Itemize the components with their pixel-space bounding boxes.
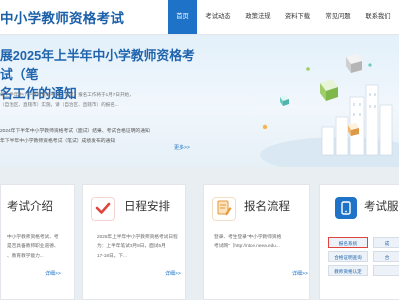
document-pen-icon xyxy=(212,197,236,221)
service-button-extra[interactable] xyxy=(373,265,399,276)
card-text: 2025年上半年中小学教师资格考试日程 为：上半年笔试3月8日，面试5月 17-… xyxy=(97,232,183,260)
service-icon xyxy=(335,197,357,219)
qualification-button[interactable]: 合 xyxy=(373,251,399,262)
card-text-line: 登录、考生登录"中小学教师资格 xyxy=(214,234,282,239)
more-link[interactable]: 详细>> xyxy=(165,270,181,277)
news-item[interactable]: 年下半年中小学教师资格考试（笔试）成绩发布的通知 xyxy=(0,137,180,147)
site-title[interactable]: 中小学教师资格考试 xyxy=(0,7,124,27)
hero-banner: 展2025年上半年中小学教师资格考试（笔 名工作的通知 年上半年中小学教师资格考… xyxy=(0,35,399,167)
certificate-query-button[interactable]: 合格证明查询 xyxy=(328,251,368,262)
card-schedule: 日程安排 2025年上半年中小学教师资格考试日程 为：上半年笔试3月8日，面试5… xyxy=(82,184,186,300)
news-list: 2024年下半年中小学教师资格考试（面试）结果、考试合格证明的通知 年下半年中小… xyxy=(0,127,180,147)
card-text-line: 、教育教学能力... xyxy=(7,252,44,258)
score-query-button[interactable]: 成 xyxy=(373,237,399,248)
hero-more-link[interactable]: 更多>> xyxy=(174,144,190,151)
card-exam-intro: 考试介绍 中小学教师资格考试、考 是否具备教师职业道德、 、教育教学能力... … xyxy=(0,184,75,300)
card-text-line: 2025年上半年中小学教师资格考试日程 xyxy=(97,234,178,239)
card-text: 中小学教师资格考试、考 是否具备教师职业道德、 、教育教学能力... xyxy=(7,232,73,260)
card-text-line: 17-18日。下... xyxy=(97,252,127,258)
card-text-line: 为：上半年笔试3月8日，面试5月 xyxy=(97,243,166,249)
news-item[interactable]: 2024年下半年中小学教师资格考试（面试）结果、考试合格证明的通知 xyxy=(0,127,180,137)
card-title[interactable]: 日程安排 xyxy=(124,198,170,214)
card-text-line: 中小学教师资格考试、考 xyxy=(7,234,59,239)
nav-home[interactable]: 首页 xyxy=(168,0,197,34)
nav-policies[interactable]: 政策法规 xyxy=(239,0,277,34)
card-text-line: 考试网"（http://ntce.neea.edu... xyxy=(214,243,280,249)
nav-exam-news[interactable]: 考试动态 xyxy=(197,0,239,34)
more-link[interactable]: 详细>> xyxy=(292,270,308,277)
top-bar: 中小学教师资格考试 首页 考试动态 政策法规 资料下载 常见问题 联系我们 xyxy=(0,0,399,35)
nav-downloads[interactable]: 资料下载 xyxy=(277,0,318,34)
main-nav: 首页 考试动态 政策法规 资料下载 常见问题 联系我们 xyxy=(168,0,398,34)
hero-headline-line: 展2025年上半年中小学教师资格考试（笔 xyxy=(0,48,195,82)
card-registration: 报名流程 登录、考生登录"中小学教师资格 考试网"（http://ntce.ne… xyxy=(203,184,310,300)
card-title[interactable]: 考试介绍 xyxy=(7,198,53,214)
nav-contact[interactable]: 联系我们 xyxy=(358,0,398,34)
hero-summary-line: （自治区、直辖市）实施，请（自治区、直辖市）的报名... xyxy=(0,102,119,107)
nav-faq[interactable]: 常见问题 xyxy=(318,0,358,34)
hero-summary: 年上半年中小学教师资格考试（笔试）报名工作将于1月7日开始， （自治区、直辖市）… xyxy=(0,90,178,110)
check-icon xyxy=(91,197,115,221)
card-title[interactable]: 报名流程 xyxy=(244,198,290,214)
hero-illustration xyxy=(260,54,399,167)
card-text: 登录、考生登录"中小学教师资格 考试网"（http://ntce.neea.ed… xyxy=(214,232,308,251)
teacher-certification-button[interactable]: 教师资格认定 xyxy=(328,265,368,276)
more-link[interactable]: 详细>> xyxy=(45,270,61,277)
registration-system-button[interactable]: 报名系统 xyxy=(328,237,368,248)
hero-summary-line: 年上半年中小学教师资格考试（笔试）报名工作将于1月7日开始， xyxy=(0,92,134,97)
card-exam-services: 考试服务 报名系统 成 合格证明查询 合 教师资格认定 xyxy=(319,184,399,300)
card-text-line: 是否具备教师职业道德、 xyxy=(7,243,59,249)
card-title[interactable]: 考试服务 xyxy=(364,198,399,214)
